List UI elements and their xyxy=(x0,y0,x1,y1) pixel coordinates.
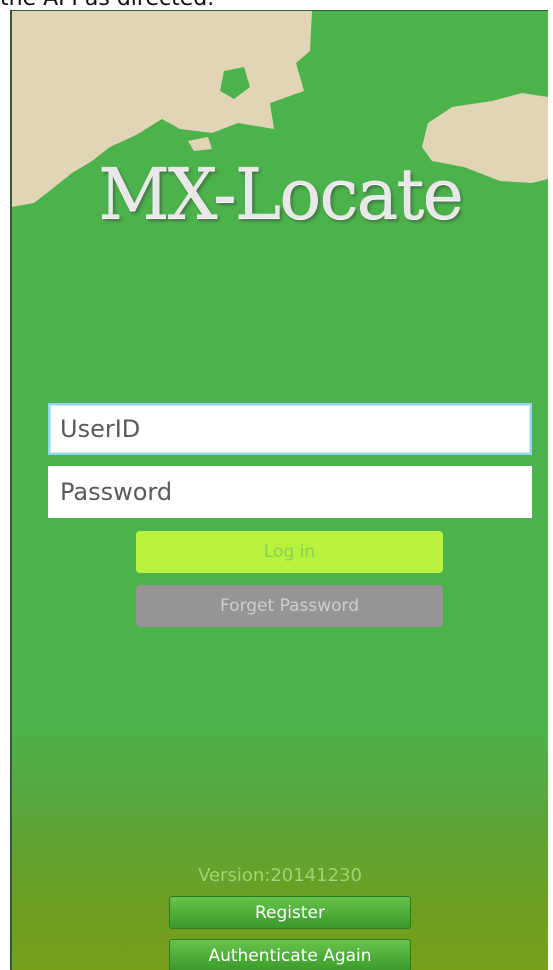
version-text: Version:20141230 xyxy=(198,865,362,886)
app-screen: MX-Locate Log in Forget Password Version… xyxy=(10,10,548,970)
userid-input[interactable] xyxy=(48,403,532,455)
page: the API as directed. MX-Locate Log in Fo… xyxy=(0,0,553,970)
password-input[interactable] xyxy=(48,466,532,518)
caption-text: the API as directed. xyxy=(0,0,214,11)
login-button[interactable]: Log in xyxy=(136,531,443,573)
register-button[interactable]: Register xyxy=(169,896,411,929)
authenticate-again-button[interactable]: Authenticate Again xyxy=(169,939,411,970)
forget-password-button[interactable]: Forget Password xyxy=(136,585,443,627)
app-title: MX-Locate xyxy=(98,153,464,235)
